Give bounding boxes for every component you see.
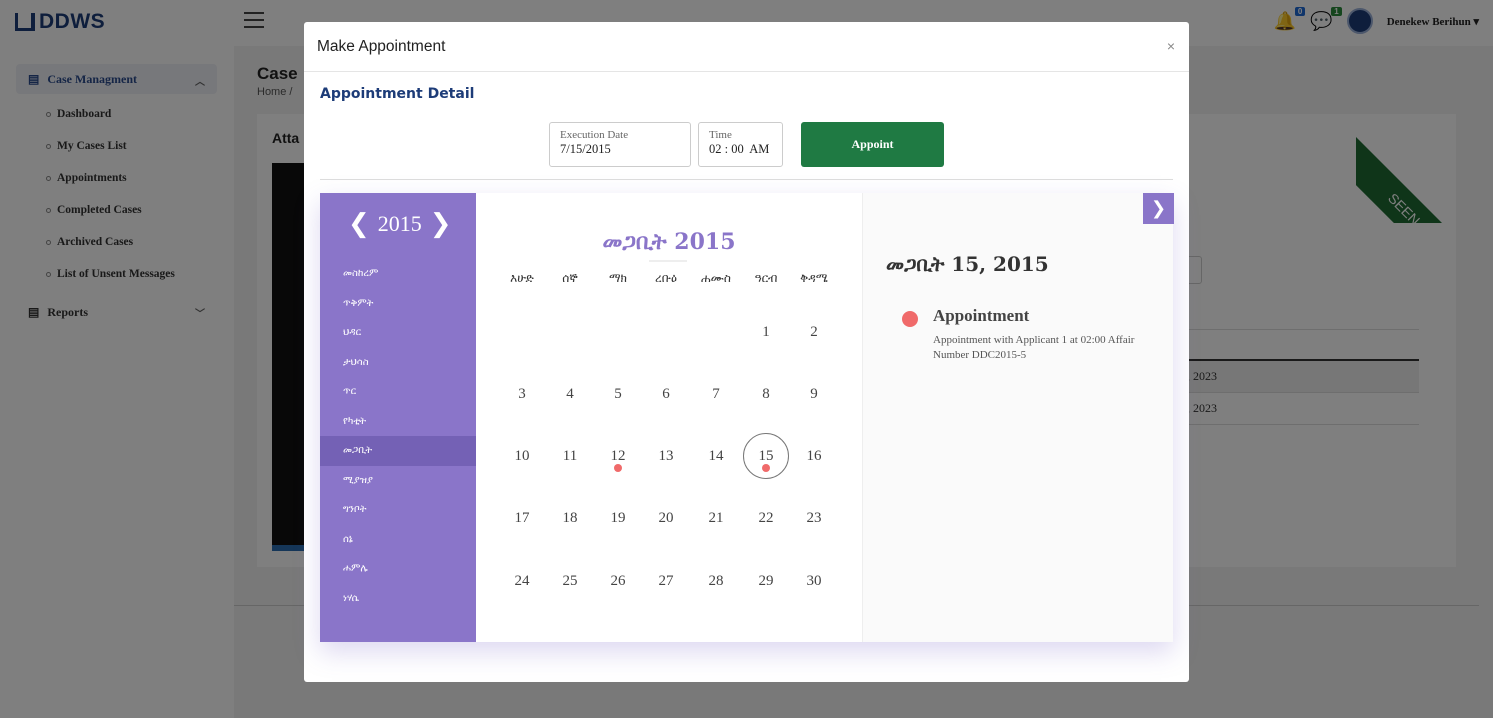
calendar-day[interactable]: 18 bbox=[547, 495, 593, 541]
calendar-day[interactable]: 25 bbox=[547, 558, 593, 604]
month-item[interactable]: ጥቅምት bbox=[320, 289, 476, 319]
weekday-header: ዓርብ bbox=[754, 271, 778, 285]
event-marker-icon bbox=[902, 311, 918, 327]
calendar-day[interactable]: 12 bbox=[595, 433, 641, 479]
modal-title: Make Appointment bbox=[317, 37, 446, 55]
event-dot-icon bbox=[762, 464, 770, 472]
modal-header: Make Appointment bbox=[304, 22, 1189, 72]
weekday-header: ሰኞ bbox=[562, 271, 578, 285]
appoint-button[interactable]: Appoint bbox=[801, 122, 944, 167]
calendar-day[interactable]: 30 bbox=[791, 558, 837, 604]
event-description: Appointment with Applicant 1 at 02:00 Af… bbox=[933, 334, 1135, 362]
weekday-header: ሐሙስ bbox=[701, 271, 731, 285]
calendar-day[interactable]: 13 bbox=[643, 433, 689, 479]
month-item[interactable]: የካቲት bbox=[320, 407, 476, 437]
month-item[interactable]: ታህሳስ bbox=[320, 348, 476, 378]
next-year-icon[interactable]: ❯ bbox=[430, 211, 452, 237]
year-label: 2015 bbox=[377, 211, 422, 236]
weekday-header: እሁድ bbox=[510, 271, 534, 285]
execution-date-label: Execution Date bbox=[560, 129, 629, 141]
calendar-day[interactable]: 15 bbox=[743, 433, 789, 479]
time-field[interactable]: Time 02 : 00 AM bbox=[698, 122, 783, 167]
heading-underline bbox=[649, 260, 687, 262]
calendar-day[interactable]: 26 bbox=[595, 558, 641, 604]
calendar-day[interactable]: 3 bbox=[499, 371, 545, 417]
calendar-day[interactable]: 4 bbox=[547, 371, 593, 417]
execution-date-value: 7/15/2015 bbox=[560, 142, 611, 156]
month-item[interactable]: ሰኔ bbox=[320, 525, 476, 555]
weekday-header: ረቡዕ bbox=[655, 271, 677, 285]
prev-year-icon[interactable]: ❮ bbox=[348, 211, 370, 237]
time-value: 02 : 00 AM bbox=[709, 142, 770, 156]
month-list: መስከረም ጥቅምት ህዳር ታህሳስ ጥር የካቲት መጋቢት ሚያዝያ ግንቦት ሰኔ ሐምሌ ነ… bbox=[320, 259, 476, 613]
month-item[interactable]: ህዳር bbox=[320, 318, 476, 348]
calendar-day[interactable]: 11 bbox=[547, 433, 593, 479]
month-item[interactable]: መጋቢት bbox=[320, 436, 476, 466]
close-icon[interactable]: × bbox=[1167, 38, 1175, 54]
month-item[interactable]: ጥር bbox=[320, 377, 476, 407]
execution-date-field[interactable]: Execution Date 7/15/2015 bbox=[549, 122, 691, 167]
calendar-day[interactable]: 19 bbox=[595, 495, 641, 541]
month-item[interactable]: መስከረም bbox=[320, 259, 476, 289]
calendar-day[interactable]: 27 bbox=[643, 558, 689, 604]
calendar-grid: መጋቢት 2015 እሁድ ሰኞ ማክ ረቡዕ ሐሙስ ዓርብ ቅዳሜ 1 2 3 4 5 6 7 8 9 10… bbox=[476, 193, 862, 642]
selected-date: መጋቢት 15, 2015 bbox=[886, 252, 1049, 276]
event-title: Appointment bbox=[933, 306, 1030, 325]
calendar-day[interactable]: 6 bbox=[643, 371, 689, 417]
calendar-day[interactable]: 22 bbox=[743, 495, 789, 541]
calendar-day[interactable]: 8 bbox=[743, 371, 789, 417]
month-heading: መጋቢት 2015 bbox=[602, 229, 736, 255]
event-dot-icon bbox=[614, 464, 622, 472]
calendar-day[interactable]: 23 bbox=[791, 495, 837, 541]
calendar-day[interactable]: 7 bbox=[693, 371, 739, 417]
calendar-day[interactable]: 20 bbox=[643, 495, 689, 541]
month-item[interactable]: ሚያዝያ bbox=[320, 466, 476, 496]
calendar-day[interactable]: 29 bbox=[743, 558, 789, 604]
calendar-day[interactable]: 9 bbox=[791, 371, 837, 417]
time-label: Time bbox=[709, 129, 732, 141]
month-item[interactable]: ግንቦት bbox=[320, 495, 476, 525]
make-appointment-modal: Make Appointment × Appointment Detail Ex… bbox=[304, 22, 1189, 682]
calendar-day[interactable]: 24 bbox=[499, 558, 545, 604]
calendar-day[interactable]: 10 bbox=[499, 433, 545, 479]
year-navigator: ❮ 2015 ❯ bbox=[348, 211, 452, 237]
calendar-day[interactable]: 21 bbox=[693, 495, 739, 541]
divider bbox=[320, 179, 1173, 180]
calendar: ❮ 2015 ❯ መስከረም ጥቅምት ህዳር ታህሳስ ጥር የካቲት መጋቢት ሚያዝያ ግ… bbox=[320, 193, 1174, 642]
month-item[interactable]: ነሃሴ bbox=[320, 584, 476, 614]
event-panel: ❯ መጋቢት 15, 2015 Appointment Appointment … bbox=[862, 193, 1174, 642]
calendar-day[interactable]: 14 bbox=[693, 433, 739, 479]
next-month-icon[interactable]: ❯ bbox=[1143, 193, 1174, 224]
month-item[interactable]: ሐምሌ bbox=[320, 554, 476, 584]
weekday-header: ማክ bbox=[608, 271, 628, 285]
section-title: Appointment Detail bbox=[320, 86, 475, 102]
calendar-day[interactable]: 16 bbox=[791, 433, 837, 479]
calendar-day[interactable]: 28 bbox=[693, 558, 739, 604]
weekday-header: ቅዳሜ bbox=[800, 271, 828, 285]
calendar-day[interactable]: 2 bbox=[791, 309, 837, 355]
calendar-day[interactable]: 1 bbox=[743, 309, 789, 355]
calendar-day[interactable]: 5 bbox=[595, 371, 641, 417]
calendar-sidebar: ❮ 2015 ❯ መስከረም ጥቅምት ህዳር ታህሳስ ጥር የካቲት መጋቢት ሚያዝያ ግ… bbox=[320, 193, 476, 642]
calendar-day[interactable]: 17 bbox=[499, 495, 545, 541]
